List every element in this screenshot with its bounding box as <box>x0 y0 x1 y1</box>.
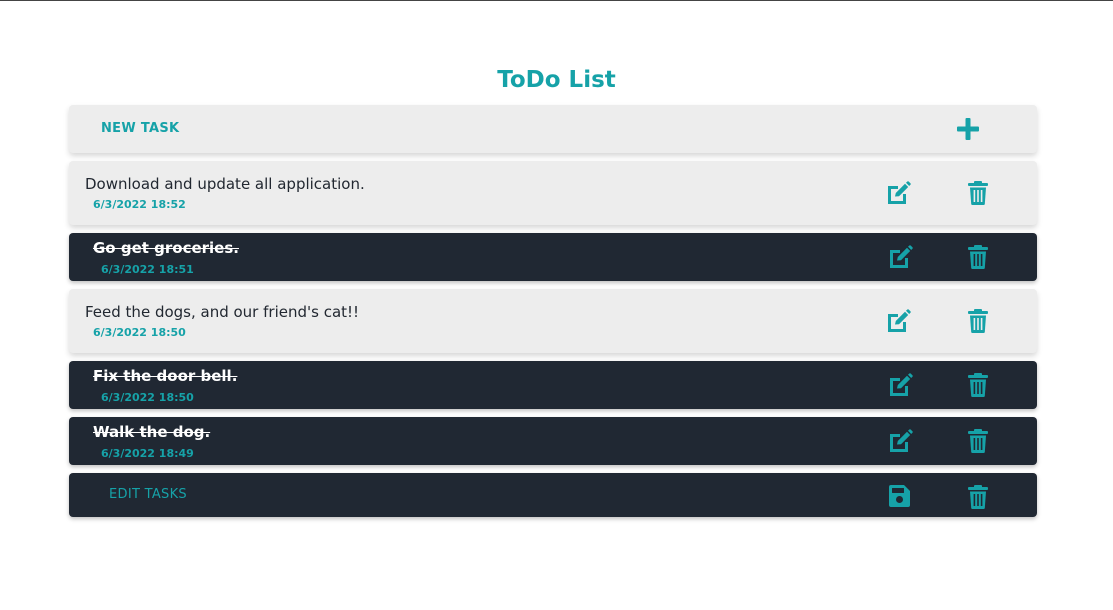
trash-icon[interactable] <box>965 308 991 334</box>
trash-icon[interactable] <box>965 484 991 510</box>
trash-icon[interactable] <box>965 428 991 454</box>
task-timestamp: 6/3/2022 18:50 <box>101 391 194 404</box>
edit-tasks-label[interactable]: EDIT TASKS <box>109 487 187 503</box>
edit-icon[interactable] <box>887 428 913 454</box>
task-text: Go get groceries. <box>93 239 239 257</box>
top-border <box>0 0 1113 1</box>
task-timestamp: 6/3/2022 18:51 <box>101 263 194 276</box>
edit-icon[interactable] <box>885 180 911 206</box>
task-text: Feed the dogs, and our friend's cat!! <box>85 303 360 321</box>
task-item: Fix the door bell. 6/3/2022 18:50 <box>69 361 1037 409</box>
task-item: Go get groceries. 6/3/2022 18:51 <box>69 233 1037 281</box>
edit-tasks-bar: EDIT TASKS <box>69 473 1037 517</box>
task-text: Fix the door bell. <box>93 367 238 385</box>
task-item: Feed the dogs, and our friend's cat!! 6/… <box>69 289 1037 353</box>
page-title: ToDo List <box>497 67 616 93</box>
save-icon[interactable] <box>887 484 911 508</box>
task-item: Walk the dog. 6/3/2022 18:49 <box>69 417 1037 465</box>
task-timestamp: 6/3/2022 18:52 <box>93 198 186 211</box>
task-timestamp: 6/3/2022 18:49 <box>101 447 194 460</box>
plus-icon[interactable] <box>957 118 979 140</box>
task-item: Download and update all application. 6/3… <box>69 161 1037 225</box>
trash-icon[interactable] <box>965 180 991 206</box>
task-text: Download and update all application. <box>85 175 365 193</box>
task-timestamp: 6/3/2022 18:50 <box>93 326 186 339</box>
edit-icon[interactable] <box>887 372 913 398</box>
trash-icon[interactable] <box>965 372 991 398</box>
trash-icon[interactable] <box>965 244 991 270</box>
edit-icon[interactable] <box>885 308 911 334</box>
task-text: Walk the dog. <box>93 423 211 441</box>
new-task-label[interactable]: NEW TASK <box>101 121 179 137</box>
edit-icon[interactable] <box>887 244 913 270</box>
new-task-bar: NEW TASK <box>69 105 1037 153</box>
